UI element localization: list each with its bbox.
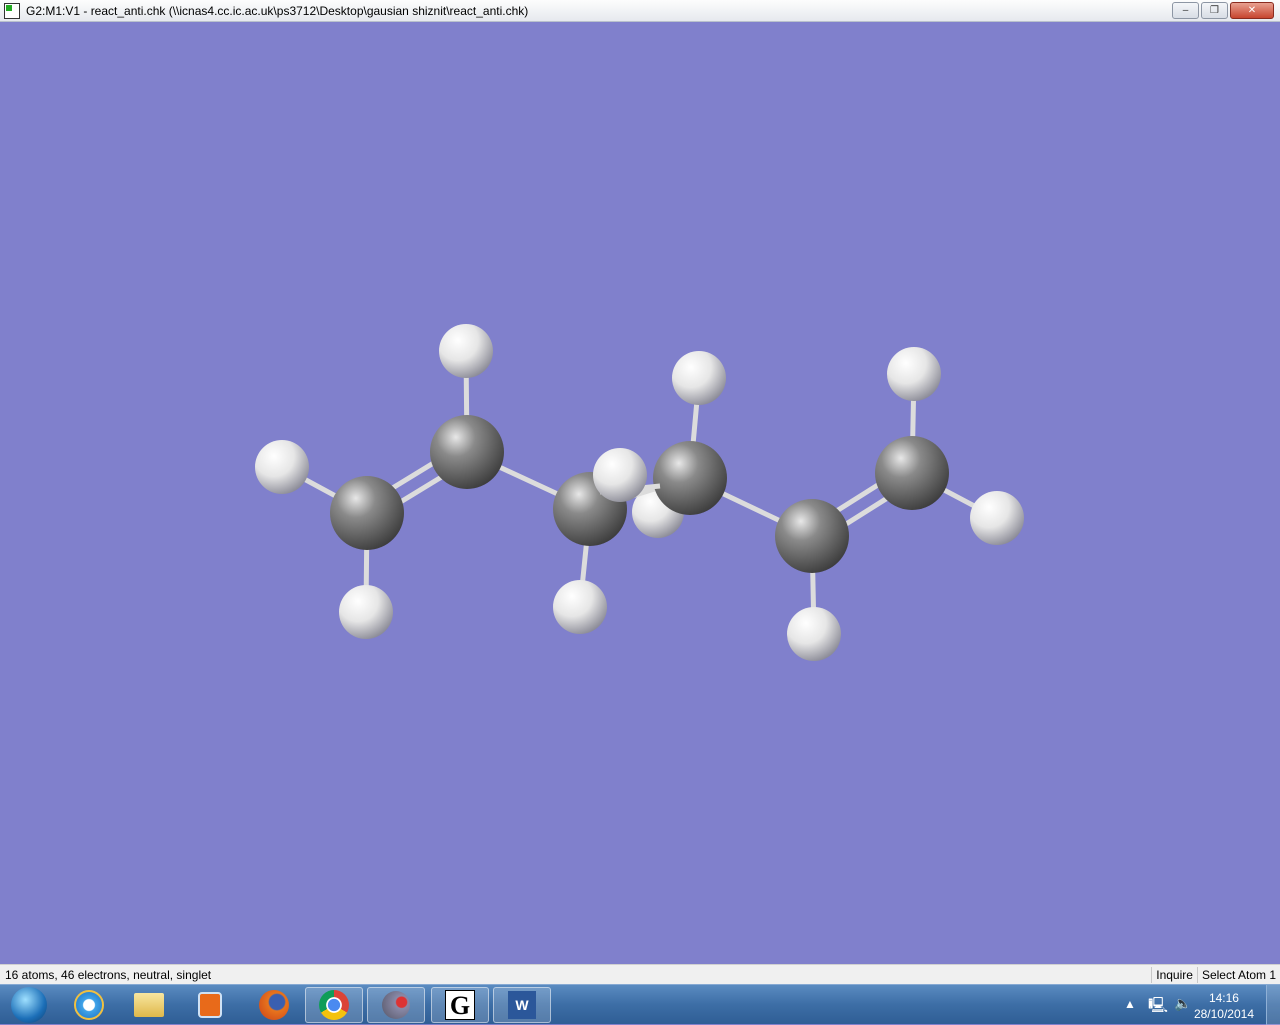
clock[interactable]: 14:16 28/10/2014 [1194,990,1254,1022]
clock-time: 14:16 [1208,991,1239,1005]
taskbar-internet-explorer[interactable] [60,987,118,1023]
taskbar-word[interactable]: W [493,987,551,1023]
molecule-info: 16 atoms, 46 electrons, neutral, singlet [5,967,212,982]
folder-icon [134,993,164,1017]
taskbar-gaussview[interactable] [367,987,425,1023]
carbon-atom[interactable] [875,436,949,510]
close-button[interactable]: ✕ [1230,2,1274,19]
carbon-atom[interactable] [430,415,504,489]
hydrogen-atom[interactable] [787,607,841,661]
show-hidden-icons-button[interactable]: ▲ [1124,997,1136,1011]
app-icon[interactable] [4,2,20,19]
status-bar: 16 atoms, 46 electrons, neutral, singlet… [0,964,1280,984]
taskbar-chrome[interactable] [305,987,363,1023]
word-icon: W [508,991,536,1019]
network-icon[interactable]: 🖳 [1148,995,1168,1020]
hydrogen-atom[interactable] [553,580,607,634]
gaussview-icon [382,991,410,1019]
chrome-icon [319,990,349,1020]
volume-icon[interactable]: 🔈 [1174,995,1191,1012]
mode-status: Inquire [1151,966,1197,983]
hydrogen-atom[interactable] [339,585,393,639]
hydrogen-atom[interactable] [887,347,941,401]
taskbar-media-player[interactable] [181,987,239,1023]
molecule-viewport[interactable] [0,22,1280,964]
restore-button[interactable]: ❐ [1201,2,1228,19]
firefox-icon [259,990,289,1020]
window-title: G2:M1:V1 - react_anti.chk (\\icnas4.cc.i… [26,3,529,18]
select-status: Select Atom 1 [1196,966,1280,983]
gaussian-icon: G [445,990,475,1020]
hydrogen-atom[interactable] [439,324,493,378]
minimize-button[interactable]: ‒ [1172,2,1199,19]
taskbar-file-explorer[interactable] [120,987,178,1023]
taskbar-gaussian[interactable]: G [431,987,489,1023]
show-desktop-button[interactable] [1266,985,1280,1025]
carbon-atom[interactable] [653,441,727,515]
media-player-icon [198,992,222,1018]
system-tray: ▲ 🖳 🔈 14:16 28/10/2014 [1110,985,1280,1025]
clock-date: 28/10/2014 [1193,1007,1254,1021]
start-button[interactable] [0,987,58,1023]
title-bar: G2:M1:V1 - react_anti.chk (\\icnas4.cc.i… [0,0,1280,22]
taskbar: G W ▲ 🖳 🔈 14:16 28/10/2014 [0,984,1280,1025]
hydrogen-atom[interactable] [672,351,726,405]
taskbar-firefox[interactable] [245,987,303,1023]
hydrogen-atom[interactable] [255,440,309,494]
hydrogen-atom[interactable] [593,448,647,502]
carbon-atom[interactable] [330,476,404,550]
windows-logo-icon [11,987,47,1023]
hydrogen-atom[interactable] [970,491,1024,545]
molecule-view[interactable] [0,22,1280,964]
carbon-atom[interactable] [775,499,849,573]
internet-explorer-icon [74,990,104,1020]
